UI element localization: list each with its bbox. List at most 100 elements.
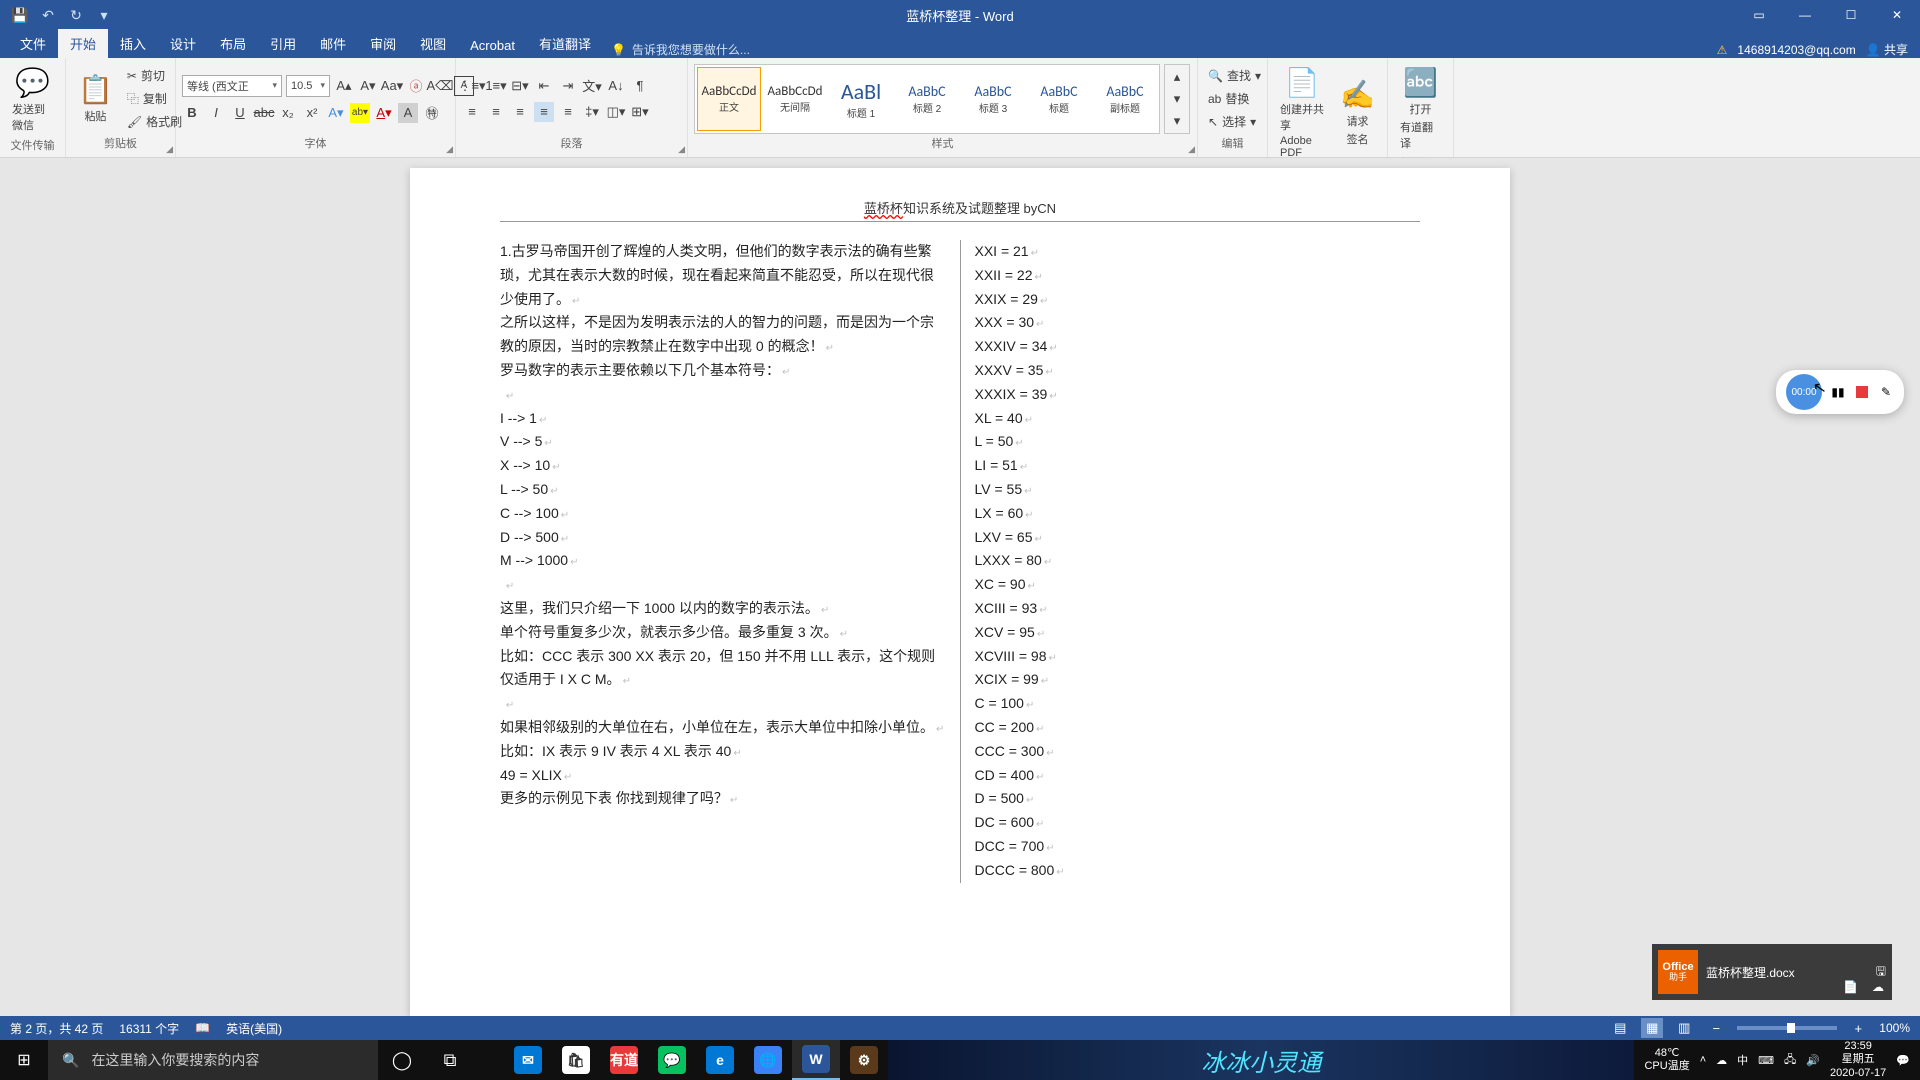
subscript-button[interactable]: x₂ [278, 103, 298, 123]
multilevel-button[interactable]: ⊟▾ [510, 76, 530, 96]
styles-launcher-icon[interactable]: ◢ [1188, 144, 1195, 155]
read-mode-button[interactable]: ▤ [1609, 1018, 1631, 1038]
style-subtitle[interactable]: AaBbC副标题 [1093, 67, 1157, 131]
cortana-button[interactable]: ◯ [378, 1040, 426, 1080]
create-pdf-button[interactable]: 📄创建并共享Adobe PDF [1274, 62, 1330, 163]
tab-references[interactable]: 引用 [258, 29, 308, 58]
ime-mode-icon[interactable]: ⌨ [1758, 1054, 1774, 1067]
zoom-slider[interactable] [1737, 1026, 1837, 1030]
maximize-button[interactable]: ☐ [1828, 0, 1874, 30]
style-heading1[interactable]: AaBl标题 1 [829, 67, 893, 131]
font-size-combo[interactable]: 10.5▾ [286, 75, 330, 97]
zoom-value[interactable]: 100% [1879, 1021, 1910, 1035]
office-cloud-icon[interactable]: ☁ [1872, 980, 1884, 994]
youdao-translate-button[interactable]: 🔤打开有道翻译 [1394, 62, 1447, 155]
tell-me-search[interactable]: 💡 告诉我您想要做什么... [603, 41, 750, 58]
tab-review[interactable]: 审阅 [358, 29, 408, 58]
zoom-out-button[interactable]: − [1705, 1018, 1727, 1038]
style-scroll-up-icon[interactable]: ▴ [1167, 67, 1187, 87]
web-layout-button[interactable]: ▥ [1673, 1018, 1695, 1038]
notifications-icon[interactable]: 💬 [1896, 1054, 1910, 1067]
share-button[interactable]: 👤 共享 [1866, 41, 1908, 58]
page-indicator[interactable]: 第 2 页，共 42 页 [10, 1020, 103, 1037]
align-left-button[interactable]: ≡ [462, 102, 482, 122]
style-more-icon[interactable]: ▾ [1167, 111, 1187, 131]
shrink-font-button[interactable]: A▾ [358, 76, 378, 96]
tab-mailings[interactable]: 邮件 [308, 29, 358, 58]
font-name-combo[interactable]: 等线 (西文正▾ [182, 75, 282, 97]
qat-more-icon[interactable]: ▾ [92, 3, 116, 27]
style-normal[interactable]: AaBbCcDd正文 [697, 67, 761, 131]
rec-stop-button[interactable] [1854, 384, 1870, 400]
redo-icon[interactable]: ↻ [64, 3, 88, 27]
distributed-button[interactable]: ≡ [558, 102, 578, 122]
change-case-button[interactable]: Aa▾ [382, 76, 402, 96]
app-mail[interactable]: ✉ [504, 1040, 552, 1080]
taskbar-search[interactable]: 🔍 在这里输入你要搜索的内容 [48, 1040, 378, 1080]
replace-button[interactable]: ab替换 [1204, 88, 1265, 109]
font-color-button[interactable]: A▾ [374, 103, 394, 123]
close-button[interactable]: ✕ [1874, 0, 1920, 30]
strikethrough-button[interactable]: abc [254, 103, 274, 123]
tab-design[interactable]: 设计 [158, 29, 208, 58]
bullets-button[interactable]: ⋮≡▾ [462, 76, 482, 96]
italic-button[interactable]: I [206, 103, 226, 123]
sort-button[interactable]: A↓ [606, 76, 626, 96]
clock[interactable]: 23:59星期五2020-07-17 [1830, 1040, 1886, 1080]
select-button[interactable]: ↖选择▾ [1204, 111, 1265, 132]
clear-format-button[interactable]: A⌫ [430, 76, 450, 96]
print-layout-button[interactable]: ▦ [1641, 1018, 1663, 1038]
phonetic-guide-button[interactable]: ⓐ [406, 76, 426, 96]
minimize-button[interactable]: — [1782, 0, 1828, 30]
language-indicator[interactable]: 英语(美国) [226, 1020, 282, 1037]
justify-button[interactable]: ≡ [534, 102, 554, 122]
text-effects-button[interactable]: A▾ [326, 103, 346, 123]
task-view-button[interactable]: ⧉ [426, 1040, 474, 1080]
undo-icon[interactable]: ↶ [36, 3, 60, 27]
cpu-temp[interactable]: 48℃CPU温度 [1644, 1047, 1689, 1073]
style-heading3[interactable]: AaBbC标题 3 [961, 67, 1025, 131]
char-shading-button[interactable]: A [398, 103, 418, 123]
tab-insert[interactable]: 插入 [108, 29, 158, 58]
app-word[interactable]: W [792, 1040, 840, 1080]
bold-button[interactable]: B [182, 103, 202, 123]
recording-widget[interactable]: 00:00 ▮▮ ✎ [1776, 370, 1904, 414]
asian-layout-button[interactable]: 文▾ [582, 76, 602, 96]
tray-cloud-icon[interactable]: ☁ [1716, 1054, 1727, 1067]
tab-youdao[interactable]: 有道翻译 [527, 29, 603, 58]
rec-pencil-button[interactable]: ✎ [1878, 384, 1894, 400]
app-store[interactable]: 🛍 [552, 1040, 600, 1080]
ribbon-display-icon[interactable]: ▭ [1736, 0, 1782, 30]
tray-expand-icon[interactable]: ˄ [1700, 1054, 1706, 1066]
tab-file[interactable]: 文件 [8, 29, 58, 58]
highlight-button[interactable]: ab▾ [350, 103, 370, 123]
numbering-button[interactable]: 1≡▾ [486, 76, 506, 96]
rec-pause-button[interactable]: ▮▮ [1830, 384, 1846, 400]
line-spacing-button[interactable]: ‡▾ [582, 102, 602, 122]
grow-font-button[interactable]: A▴ [334, 76, 354, 96]
document-area[interactable]: 蓝桥杯知识系统及试题整理 byCN 1.古罗马帝国开创了辉煌的人类文明，但他们的… [0, 158, 1920, 1016]
decrease-indent-button[interactable]: ⇤ [534, 76, 554, 96]
font-launcher-icon[interactable]: ◢ [446, 144, 453, 155]
align-right-button[interactable]: ≡ [510, 102, 530, 122]
app-edge[interactable]: e [696, 1040, 744, 1080]
volume-icon[interactable]: 🔊 [1806, 1054, 1820, 1067]
tab-home[interactable]: 开始 [58, 29, 108, 58]
para-launcher-icon[interactable]: ◢ [678, 144, 685, 155]
style-no-spacing[interactable]: AaBbCcDd无间隔 [763, 67, 827, 131]
tab-view[interactable]: 视图 [408, 29, 458, 58]
tab-layout[interactable]: 布局 [208, 29, 258, 58]
show-marks-button[interactable]: ¶ [630, 76, 650, 96]
style-scroll-down-icon[interactable]: ▾ [1167, 89, 1187, 109]
start-button[interactable]: ⊞ [0, 1040, 48, 1080]
word-count[interactable]: 16311 个字 [119, 1020, 179, 1037]
paste-button[interactable]: 📋粘贴 [72, 69, 119, 128]
save-icon[interactable]: 💾 [8, 3, 32, 27]
style-heading2[interactable]: AaBbC标题 2 [895, 67, 959, 131]
office-doc-icon[interactable]: 📄 [1843, 980, 1858, 994]
underline-button[interactable]: U [230, 103, 250, 123]
app-wechat[interactable]: 💬 [648, 1040, 696, 1080]
style-title[interactable]: AaBbC标题 [1027, 67, 1091, 131]
zoom-in-button[interactable]: + [1847, 1018, 1869, 1038]
enclose-char-button[interactable]: ㊕ [422, 103, 442, 123]
